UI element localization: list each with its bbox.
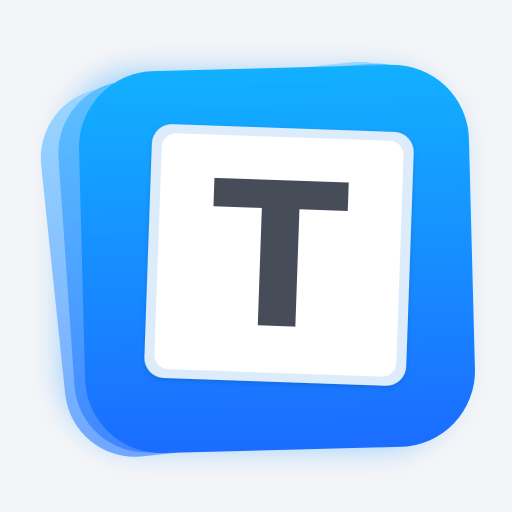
app-icon-canvas: T bbox=[0, 0, 512, 512]
text-tile-app-icon: T bbox=[40, 61, 475, 457]
tile-letter: T bbox=[207, 139, 351, 377]
letter-t-glyph: T bbox=[207, 139, 351, 377]
